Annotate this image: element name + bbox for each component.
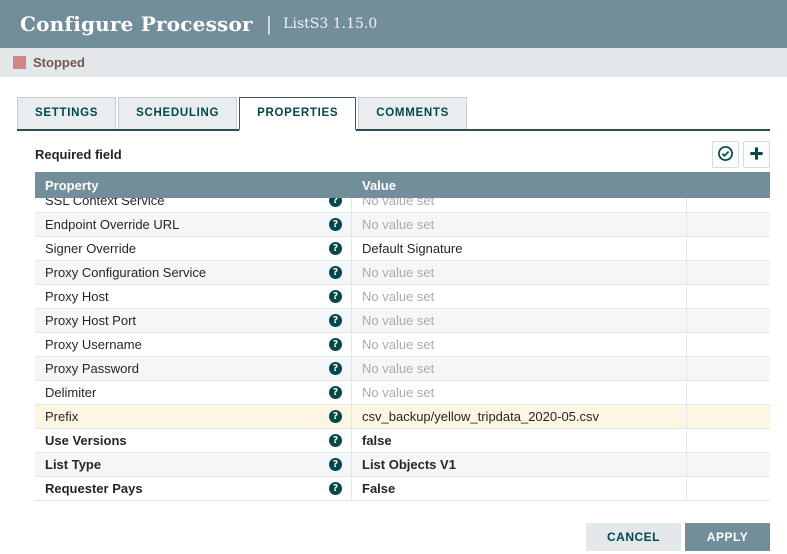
help-icon[interactable]: ? xyxy=(329,314,342,327)
properties-table: Property Value SSL Context Service ? No … xyxy=(35,172,770,501)
property-value[interactable]: csv_backup/yellow_tripdata_2020-05.csv xyxy=(352,405,687,428)
table-row-list-type: List Type ? List Objects V1 xyxy=(35,453,770,477)
table-row-signer-override: Signer Override ? Default Signature xyxy=(35,237,770,261)
tab-scheduling[interactable]: SCHEDULING xyxy=(118,97,237,129)
table-row-prefix: Prefix ? csv_backup/yellow_tripdata_2020… xyxy=(35,405,770,429)
property-name: Delimiter xyxy=(45,385,96,400)
property-name: Endpoint Override URL xyxy=(45,217,179,232)
row-filler-cell xyxy=(687,477,770,500)
table-row-endpoint-override-url: Endpoint Override URL ? No value set xyxy=(35,213,770,237)
help-icon[interactable]: ? xyxy=(329,198,342,207)
toolbar-buttons xyxy=(712,141,770,168)
verify-properties-button[interactable] xyxy=(712,141,739,168)
property-value[interactable]: No value set xyxy=(352,213,687,236)
cancel-button[interactable]: CANCEL xyxy=(586,523,681,551)
row-filler-cell xyxy=(687,405,770,428)
row-filler-cell xyxy=(687,381,770,404)
required-field-label: Required field xyxy=(35,147,122,162)
property-name: Proxy Configuration Service xyxy=(45,265,206,280)
property-value[interactable]: No value set xyxy=(352,285,687,308)
row-filler-cell xyxy=(687,285,770,308)
property-name: Use Versions xyxy=(45,433,127,448)
status-bar: Stopped xyxy=(0,48,787,77)
property-value[interactable]: False xyxy=(352,477,687,500)
help-icon[interactable]: ? xyxy=(329,362,342,375)
title-separator: | xyxy=(266,13,272,35)
configure-processor-dialog: Configure Processor | ListS3 1.15.0 Stop… xyxy=(0,0,787,554)
property-value[interactable]: Default Signature xyxy=(352,237,687,260)
property-name: Requester Pays xyxy=(45,481,143,496)
table-row-proxy-password: Proxy Password ? No value set xyxy=(35,357,770,381)
property-name: Signer Override xyxy=(45,241,136,256)
row-filler-cell xyxy=(687,309,770,332)
tab-settings[interactable]: SETTINGS xyxy=(17,97,116,129)
property-name: Proxy Host Port xyxy=(45,313,136,328)
property-value[interactable]: No value set xyxy=(352,333,687,356)
table-row-ssl-context-service: SSL Context Service ? No value set xyxy=(35,198,770,213)
property-name: List Type xyxy=(45,457,101,472)
table-row-delimiter: Delimiter ? No value set xyxy=(35,381,770,405)
table-row-proxy-host: Proxy Host ? No value set xyxy=(35,285,770,309)
help-icon[interactable]: ? xyxy=(329,338,342,351)
help-icon[interactable]: ? xyxy=(329,386,342,399)
property-value[interactable]: No value set xyxy=(352,357,687,380)
help-icon[interactable]: ? xyxy=(329,458,342,471)
add-property-icon xyxy=(748,145,765,165)
row-filler-cell xyxy=(687,237,770,260)
row-filler-cell xyxy=(687,453,770,476)
property-value[interactable]: List Objects V1 xyxy=(352,453,687,476)
property-name: Prefix xyxy=(45,409,78,424)
row-filler-cell xyxy=(687,213,770,236)
help-icon[interactable]: ? xyxy=(329,482,342,495)
row-filler-cell xyxy=(687,357,770,380)
property-value[interactable]: No value set xyxy=(352,309,687,332)
column-header-property: Property xyxy=(35,178,352,193)
add-property-button[interactable] xyxy=(743,141,770,168)
help-icon[interactable]: ? xyxy=(329,266,342,279)
stopped-status-icon xyxy=(13,56,26,69)
column-header-value: Value xyxy=(352,178,687,193)
row-filler-cell xyxy=(687,261,770,284)
dialog-header: Configure Processor | ListS3 1.15.0 xyxy=(0,0,787,48)
help-icon[interactable]: ? xyxy=(329,242,342,255)
help-icon[interactable]: ? xyxy=(329,410,342,423)
status-label: Stopped xyxy=(33,55,85,70)
dialog-footer-buttons: CANCEL APPLY xyxy=(586,523,770,551)
table-row-requester-pays: Requester Pays ? False xyxy=(35,477,770,501)
row-filler-cell xyxy=(687,429,770,452)
property-name: Proxy Host xyxy=(45,289,109,304)
help-icon[interactable]: ? xyxy=(329,290,342,303)
table-row-proxy-configuration-service: Proxy Configuration Service ? No value s… xyxy=(35,261,770,285)
tab-bar: SETTINGSSCHEDULINGPROPERTIESCOMMENTS xyxy=(17,97,770,131)
help-icon[interactable]: ? xyxy=(329,434,342,447)
property-value[interactable]: false xyxy=(352,429,687,452)
properties-toolbar: Required field xyxy=(35,141,770,168)
table-row-proxy-host-port: Proxy Host Port ? No value set xyxy=(35,309,770,333)
property-value[interactable]: No value set xyxy=(352,261,687,284)
property-name: Proxy Password xyxy=(45,361,139,376)
tab-comments[interactable]: COMMENTS xyxy=(358,97,467,129)
dialog-title: Configure Processor xyxy=(20,12,253,36)
properties-table-rows: SSL Context Service ? No value set Endpo… xyxy=(35,198,770,501)
property-name: Proxy Username xyxy=(45,337,142,352)
row-filler-cell xyxy=(687,198,770,212)
help-icon[interactable]: ? xyxy=(329,218,342,231)
tab-properties[interactable]: PROPERTIES xyxy=(239,97,356,131)
properties-table-header: Property Value xyxy=(35,172,770,198)
table-row-proxy-username: Proxy Username ? No value set xyxy=(35,333,770,357)
apply-button[interactable]: APPLY xyxy=(685,523,770,551)
processor-name-version: ListS3 1.15.0 xyxy=(283,16,377,32)
row-filler-cell xyxy=(687,333,770,356)
property-name: SSL Context Service xyxy=(45,198,164,208)
verify-properties-icon xyxy=(717,145,734,165)
property-value[interactable]: No value set xyxy=(352,198,687,212)
property-value[interactable]: No value set xyxy=(352,381,687,404)
table-row-use-versions: Use Versions ? false xyxy=(35,429,770,453)
